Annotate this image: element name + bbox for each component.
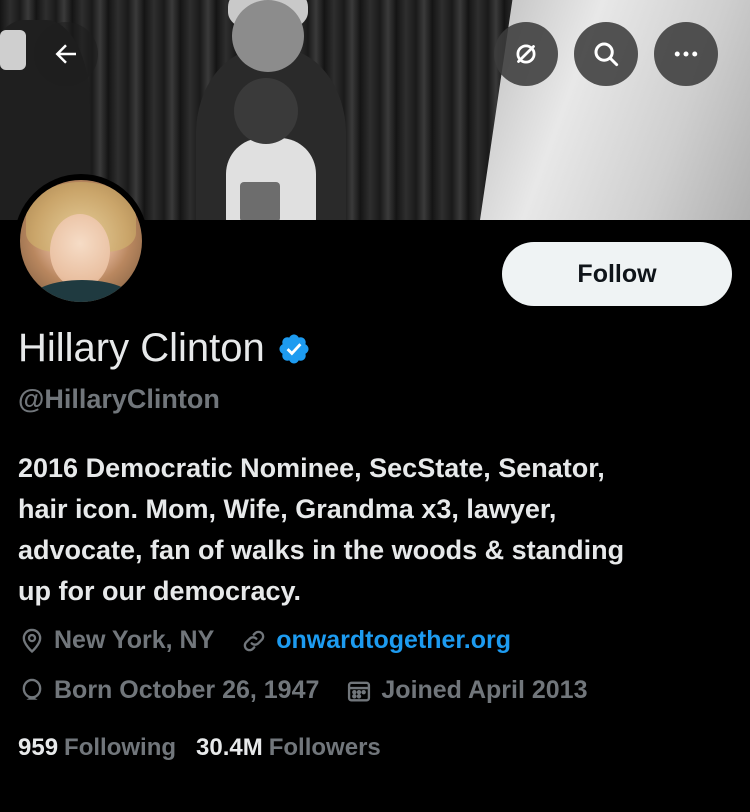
avatar-shirt — [30, 280, 134, 302]
follow-button[interactable]: Follow — [502, 242, 732, 306]
birthday: Born October 26, 1947 — [18, 676, 319, 705]
back-button[interactable] — [34, 22, 98, 86]
banner-phone-left — [0, 30, 26, 70]
arrow-left-icon — [55, 44, 76, 64]
meta-row-2: Born October 26, 1947 Joined April 2013 — [18, 676, 613, 705]
following-label: Following — [64, 734, 177, 761]
banner-person-head — [232, 0, 304, 72]
more-button[interactable] — [654, 22, 718, 86]
meta-row-1: New York, NY onwardtogether.org — [18, 626, 537, 655]
more-icon — [674, 51, 698, 57]
location-text: New York, NY — [54, 626, 215, 654]
search-icon — [594, 42, 619, 67]
follow-stats: 959 Following 30.4M Followers — [18, 734, 401, 762]
following-stat[interactable]: 959 Following — [18, 734, 176, 762]
search-button[interactable] — [574, 22, 638, 86]
banner-child-head — [234, 78, 298, 144]
link-icon — [243, 630, 265, 651]
website-link[interactable]: onwardtogether.org — [276, 626, 511, 655]
display-name: Hillary Clinton — [18, 326, 265, 370]
joined-text: Joined April 2013 — [381, 676, 588, 704]
handle: @HillaryClinton — [18, 384, 220, 414]
banner-phone — [240, 182, 280, 220]
joined: Joined April 2013 — [345, 676, 587, 705]
avatar-photo — [20, 180, 142, 302]
website[interactable]: onwardtogether.org — [240, 626, 511, 655]
avatar[interactable] — [14, 174, 148, 308]
link-off-button[interactable] — [494, 22, 558, 86]
avatar-face — [50, 214, 110, 288]
followers-count: 30.4M — [196, 734, 263, 761]
verified-badge-icon[interactable] — [277, 332, 311, 366]
birthday-text: Born October 26, 1947 — [54, 676, 320, 704]
location: New York, NY — [18, 626, 214, 655]
link-off-icon — [516, 44, 536, 64]
followers-label: Followers — [268, 734, 381, 761]
name-row: Hillary Clinton — [18, 326, 311, 371]
following-count: 959 — [18, 734, 59, 761]
balloon-icon — [22, 678, 42, 700]
location-pin-icon — [22, 628, 42, 653]
calendar-icon — [348, 681, 371, 701]
followers-stat[interactable]: 30.4M Followers — [196, 734, 381, 762]
bio: 2016 Democratic Nominee, SecState, Senat… — [18, 453, 625, 606]
